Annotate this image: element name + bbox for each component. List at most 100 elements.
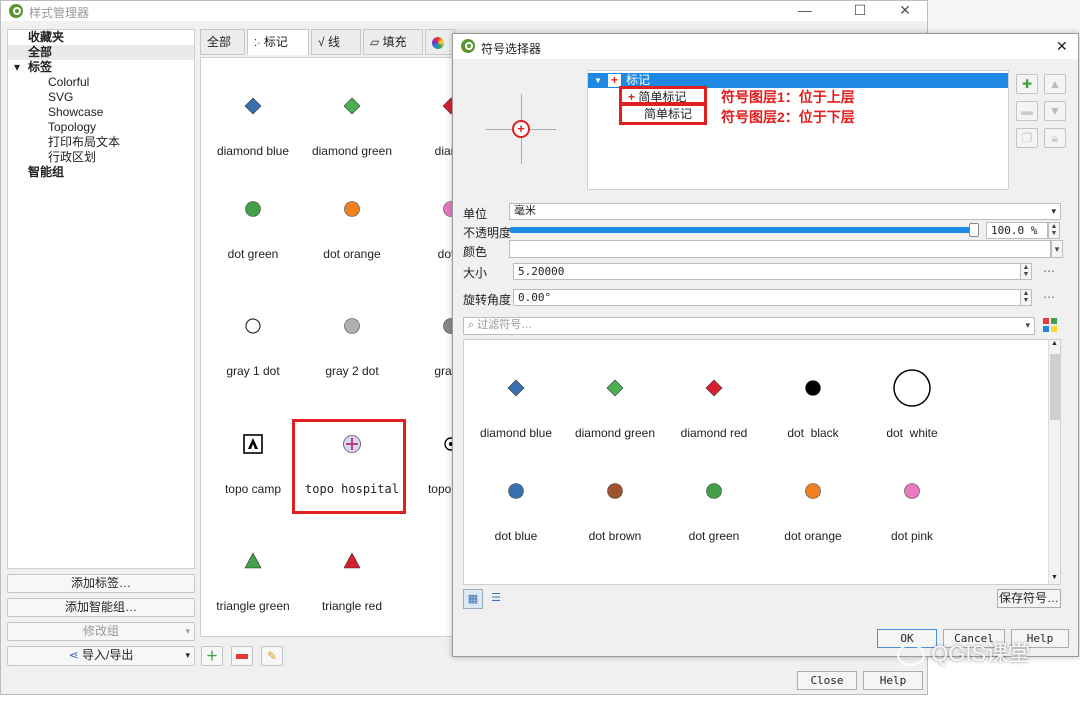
collapse-arrow-icon[interactable]: ▼ (594, 73, 602, 88)
arrow-down-icon: ▼ (1049, 104, 1061, 118)
minimize-button[interactable]: — (791, 1, 819, 21)
save-symbol-button[interactable]: 保存符号… (997, 589, 1061, 608)
unit-select[interactable]: 毫米 ▾ (509, 203, 1061, 220)
dialog-title-bar: 符号选择器 ✕ (453, 34, 1078, 59)
dropdown-arrow-icon: ▾ (185, 650, 190, 660)
close-button[interactable]: Close (797, 671, 857, 690)
scrollbar-thumb[interactable] (1050, 354, 1060, 420)
move-down-button[interactable]: ▼ (1044, 101, 1066, 121)
symbol-item[interactable]: triangle red (302, 531, 402, 631)
symbol-item[interactable]: diamond blue (203, 76, 303, 176)
size-field[interactable]: 5.20000 (513, 263, 1021, 280)
symbol-item[interactable]: diamond red (664, 358, 764, 458)
symbol-name: triangle red (321, 599, 383, 613)
remove-layer-button[interactable]: ▬ (1016, 101, 1038, 121)
symbol-name: dot pink (890, 529, 934, 543)
color-dropdown[interactable]: ▾ (1051, 240, 1063, 258)
tree-item-tag[interactable]: Showcase (48, 105, 103, 120)
share-icon: ⋖ (68, 648, 79, 662)
maximize-button[interactable]: ☐ (846, 1, 874, 21)
add-tag-button[interactable]: 添加标签… (7, 574, 195, 593)
tree-item-tag[interactable]: 行政区划 (48, 150, 96, 165)
dot-symbol-icon (243, 199, 263, 219)
window-title: 样式管理器 (29, 6, 90, 20)
add-item-button[interactable]: ＋ (201, 646, 223, 666)
tab-color-ramp[interactable] (425, 29, 455, 55)
bigring-symbol-icon (892, 368, 932, 408)
symbol-name: dot green (688, 529, 740, 543)
list-view-button[interactable]: ☰ (486, 589, 506, 609)
symbol-item[interactable]: dot blue (466, 461, 566, 561)
opacity-spinner[interactable]: ▲ ▼ (1048, 222, 1060, 239)
close-window-button[interactable]: ✕ (891, 1, 919, 21)
symbol-item[interactable]: triangle green (203, 531, 303, 631)
move-up-button[interactable]: ▲ (1044, 74, 1066, 94)
symbol-name: dot green (227, 247, 279, 261)
symbol-item[interactable]: dot orange (302, 179, 402, 279)
minus-icon (236, 654, 248, 660)
symbol-item[interactable]: dot pink (862, 461, 962, 561)
title-bar: 样式管理器 — ☐ ✕ (1, 1, 927, 21)
icon-view-button[interactable]: ▦ (463, 589, 483, 609)
scroll-up-icon[interactable]: ▲ (1051, 340, 1058, 347)
tab-line[interactable]: √ 线 (311, 29, 361, 55)
opacity-slider[interactable] (509, 223, 979, 237)
symbol-item[interactable]: diamond blue (466, 358, 566, 458)
style-manager-icon[interactable] (1043, 318, 1059, 334)
dot-symbol-icon (342, 199, 362, 219)
symbol-item[interactable]: diamond green (565, 358, 665, 458)
ring-symbol-icon (243, 316, 263, 336)
data-defined-override-icon[interactable]: ⋯ (1043, 264, 1055, 278)
opacity-slider-handle[interactable] (969, 223, 979, 237)
symbol-item[interactable]: gray 1 dot (203, 296, 303, 396)
tree-item-all[interactable]: 全部 (8, 45, 194, 60)
tree-item-tags[interactable]: 标签 (28, 60, 52, 75)
remove-item-button[interactable] (231, 646, 253, 666)
scroll-down-icon[interactable]: ▼ (1051, 574, 1058, 581)
scrollbar[interactable]: ▲ ▼ (1048, 340, 1060, 584)
dialog-close-button[interactable]: ✕ (1056, 38, 1068, 55)
symbol-item[interactable]: topo camp (203, 414, 303, 514)
tree-item-tag[interactable]: Colorful (48, 75, 89, 90)
add-layer-button[interactable]: ✚ (1016, 74, 1038, 94)
tree-item-smart-groups[interactable]: 智能组 (28, 165, 64, 180)
expand-arrow-icon[interactable]: ▾ (14, 60, 20, 75)
camp-symbol-icon (243, 434, 263, 454)
tab-fill[interactable]: ▱ 填充 (363, 29, 423, 55)
dot-symbol-icon (506, 481, 526, 501)
tab-all[interactable]: 全部 (200, 29, 245, 55)
size-spinner[interactable]: ▲ ▼ (1020, 263, 1032, 280)
symbol-item[interactable]: dot white (862, 358, 962, 458)
opacity-field[interactable]: 100.0 % (986, 222, 1048, 239)
rotation-field[interactable]: 0.00° (513, 289, 1021, 306)
symbol-name: dot brown (588, 529, 642, 543)
symbol-name: diamond green (574, 426, 656, 440)
tree-item-tag[interactable]: 打印布局文本 (48, 135, 120, 150)
add-smart-group-button[interactable]: 添加智能组… (7, 598, 195, 617)
symbol-item[interactable]: dot green (203, 179, 303, 279)
tab-marker[interactable]: ⁚· 标记 (247, 29, 309, 55)
symbol-item[interactable]: dot orange (763, 461, 863, 561)
symbol-item[interactable]: dot brown (565, 461, 665, 561)
symbol-item[interactable]: diamond green (302, 76, 402, 176)
rotation-spinner[interactable]: ▲ ▼ (1020, 289, 1032, 306)
lock-layer-button[interactable]: 🔒︎ (1044, 128, 1066, 148)
edit-item-button[interactable]: ✎ (261, 646, 283, 666)
symbol-item[interactable]: dot black (763, 358, 863, 458)
tree-item-favorites[interactable]: 收藏夹 (28, 30, 64, 45)
import-export-button[interactable]: ⋖ 导入/导出 ▾ (7, 646, 195, 666)
modify-group-button[interactable]: 修改组 ▾ (7, 622, 195, 641)
filter-symbols-input[interactable]: ⌕ 过滤符号… ▾ (463, 317, 1035, 335)
annotation-layer2: 符号图层2：位于下层 (721, 109, 855, 125)
data-defined-override-icon[interactable]: ⋯ (1043, 290, 1055, 304)
symbol-name: topo camp (224, 482, 282, 496)
dot-symbol-icon (342, 316, 362, 336)
duplicate-layer-button[interactable]: ❐ (1016, 128, 1038, 148)
symbol-item[interactable]: dot green (664, 461, 764, 561)
symbol-item[interactable]: gray 2 dot (302, 296, 402, 396)
plus-icon: ＋ (205, 649, 218, 663)
color-button[interactable] (509, 240, 1051, 258)
help-button[interactable]: Help (863, 671, 923, 690)
tree-item-tag[interactable]: Topology (48, 120, 96, 135)
tree-item-tag[interactable]: SVG (48, 90, 73, 105)
